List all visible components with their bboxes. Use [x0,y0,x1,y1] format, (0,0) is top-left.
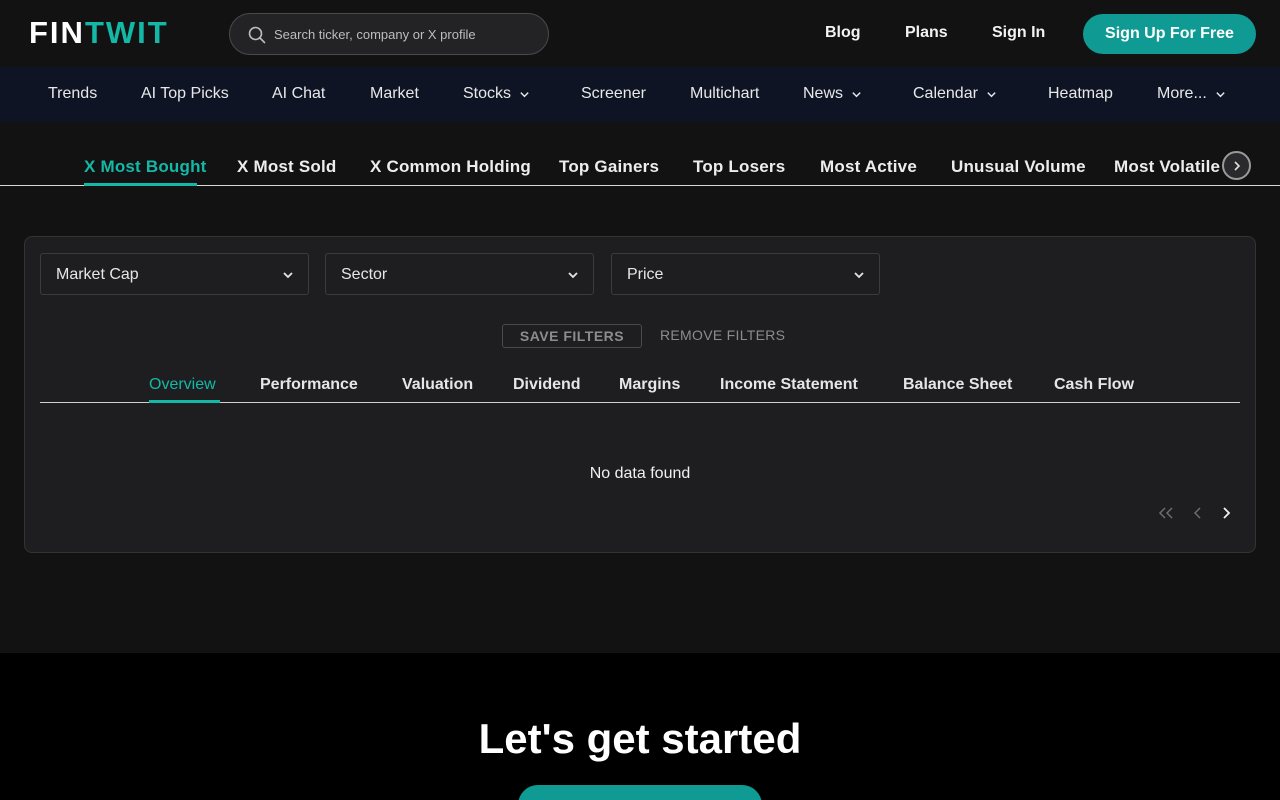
tab-income-statement[interactable]: Income Statement [720,376,858,394]
chevron-down-icon [854,272,864,279]
tab-performance[interactable]: Performance [260,376,358,394]
chevron-right-icon [1233,160,1240,171]
select-label: Market Cap [56,266,139,283]
next-page-button[interactable] [1216,503,1236,523]
tab-top-gainers[interactable]: Top Gainers [559,157,659,177]
tab-dividend[interactable]: Dividend [513,376,581,394]
top-bar: FINTWIT Blog Plans Sign In Sign Up For F… [0,0,1280,67]
moon-icon[interactable] [778,25,796,43]
plans-link[interactable]: Plans [905,24,948,42]
nav-item-heatmap[interactable]: Heatmap [1048,85,1113,103]
first-page-button[interactable] [1156,503,1176,523]
chevron-left-icon [1193,507,1201,519]
cta-button[interactable] [518,785,762,800]
chevron-down-icon [1216,91,1225,97]
nav-item-label: Trends [48,85,98,102]
nav-item-label: More... [1157,85,1207,102]
chevron-down-icon [283,272,293,279]
search-box[interactable] [229,13,549,55]
tab-cash-flow[interactable]: Cash Flow [1054,376,1134,394]
tab-x-most-bought[interactable]: X Most Bought [84,157,207,177]
select-label: Price [627,266,664,283]
nav-item-market[interactable]: Market [370,85,419,103]
nav-item-label: Multichart [690,85,760,102]
chevron-down-icon [520,91,529,97]
remove-filters-button[interactable]: REMOVE FILTERS [660,327,785,343]
select-label: Sector [341,266,388,283]
nav-item-ai-top-picks[interactable]: AI Top Picks [141,85,229,103]
scroll-right-button[interactable] [1222,151,1251,180]
logo-text-part1: FIN [29,15,85,50]
fintwit-logo[interactable]: FIN TWIT [29,15,169,50]
nav-item-label: Market [370,85,419,102]
tab-balance-sheet[interactable]: Balance Sheet [903,376,1012,394]
data-view-tabs: Overview Performance Valuation Dividend … [40,362,1240,403]
tab-top-losers[interactable]: Top Losers [693,157,785,177]
nav-item-calendar[interactable]: Calendar [913,85,997,103]
price-select[interactable]: Price [611,253,880,295]
nav-item-trends[interactable]: Trends [48,85,97,103]
search-input[interactable] [274,14,544,54]
chevron-down-icon [852,91,861,97]
market-cap-select[interactable]: Market Cap [40,253,309,295]
logo-text-part2: TWIT [84,15,169,50]
main-nav: Trends AI Top Picks AI Chat Market Stock… [0,67,1280,122]
empty-state-message: No data found [589,465,691,482]
tab-most-volatile[interactable]: Most Volatile [1114,157,1220,177]
tab-x-common-holding[interactable]: X Common Holding [370,157,531,177]
nav-item-label: News [803,85,844,102]
nav-item-multichart[interactable]: Multichart [690,85,759,103]
tab-valuation[interactable]: Valuation [402,376,473,394]
chevron-down-icon [568,272,578,279]
nav-item-label: Screener [581,85,646,102]
nav-item-label: Calendar [913,85,978,102]
screener-panel: Market Cap Sector Price SAVE FILTERS REM… [24,236,1256,553]
search-icon [248,26,266,44]
tab-x-most-sold[interactable]: X Most Sold [237,157,336,177]
save-filters-button[interactable]: SAVE FILTERS [502,324,642,348]
nav-item-label: AI Chat [272,85,326,102]
nav-item-ai-chat[interactable]: AI Chat [272,85,325,103]
category-tabs: X Most Bought X Most Sold X Common Holdi… [0,122,1280,186]
nav-item-news[interactable]: News [803,85,862,103]
blog-link[interactable]: Blog [825,24,861,42]
cta-title: Let's get started [478,715,802,762]
nav-item-screener[interactable]: Screener [581,85,646,103]
cta-section: Let's get started [0,653,1280,800]
nav-item-stocks[interactable]: Stocks [463,85,530,103]
nav-item-label: Heatmap [1048,85,1113,102]
sign-up-button[interactable]: Sign Up For Free [1083,14,1256,54]
active-tab-indicator [149,400,220,403]
nav-item-label: AI Top Picks [141,85,229,102]
tab-unusual-volume[interactable]: Unusual Volume [951,157,1086,177]
chevrons-left-icon [1158,507,1173,519]
previous-page-button[interactable] [1188,503,1208,523]
tab-overview[interactable]: Overview [149,376,216,394]
tab-most-active[interactable]: Most Active [820,157,917,177]
sign-in-link[interactable]: Sign In [992,24,1045,42]
tab-margins[interactable]: Margins [619,376,680,394]
nav-item-label: Stocks [463,85,512,102]
chevron-right-icon [1223,507,1231,519]
sector-select[interactable]: Sector [325,253,594,295]
nav-item-more[interactable]: More... [1157,85,1226,103]
chevron-down-icon [987,91,996,97]
active-tab-indicator [84,183,197,186]
